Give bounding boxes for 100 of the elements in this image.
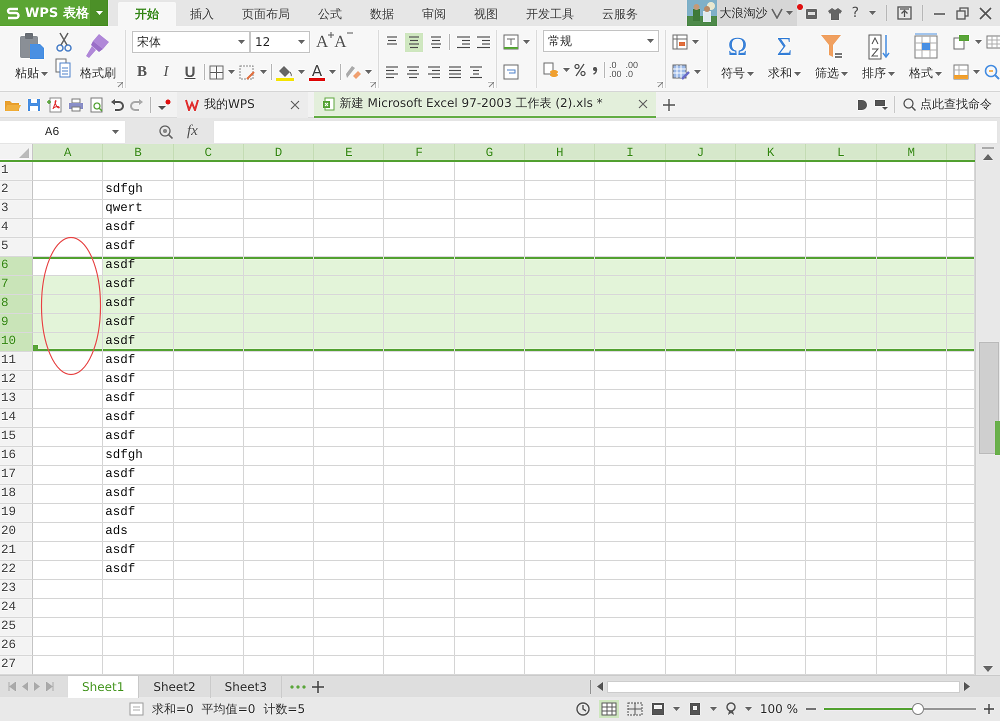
row-header[interactable]: 26 [0, 637, 33, 656]
formula-input[interactable] [214, 120, 997, 142]
caret-icon[interactable] [973, 70, 980, 74]
document-tab[interactable]: 我的WPS [177, 92, 308, 118]
italic-button[interactable]: I [156, 64, 176, 80]
fill-color-icon[interactable] [276, 64, 294, 80]
row-header[interactable]: 2 [0, 181, 33, 200]
row-header[interactable]: 18 [0, 485, 33, 504]
sort-icon[interactable] [866, 32, 892, 62]
font-select[interactable]: 宋体 [132, 31, 250, 53]
search-icon[interactable] [903, 98, 916, 111]
caret-icon[interactable] [841, 72, 848, 76]
distribute-icon[interactable] [469, 64, 483, 80]
eye-care-icon[interactable] [724, 702, 737, 716]
row-header[interactable]: 4 [0, 219, 33, 238]
skin-icon[interactable] [804, 6, 818, 20]
shrink-font-button[interactable]: A [334, 32, 353, 52]
scroll-right-icon[interactable] [964, 682, 970, 691]
merge-icon[interactable] [503, 34, 519, 50]
sum-button[interactable]: Σ 求和 [765, 30, 804, 84]
help-button[interactable]: ? [852, 5, 859, 21]
pdf-export-icon[interactable] [47, 96, 62, 112]
scroll-grip[interactable] [995, 421, 1000, 455]
percent-icon[interactable] [574, 63, 586, 77]
close-icon[interactable] [638, 98, 648, 108]
caret-icon[interactable] [692, 40, 699, 44]
caret-icon[interactable] [298, 40, 305, 44]
caret-icon[interactable] [786, 11, 793, 15]
table-style-icon[interactable] [672, 64, 690, 80]
zoom-formula-icon[interactable] [159, 124, 173, 138]
d-badge-icon[interactable] [856, 98, 868, 110]
dialog-launcher-icon[interactable] [657, 82, 663, 88]
caret-icon[interactable] [365, 70, 372, 74]
row-header[interactable]: 5 [0, 238, 33, 257]
caret-icon[interactable] [744, 707, 752, 711]
history-icon[interactable] [574, 701, 591, 717]
bold-button[interactable]: B [132, 64, 152, 80]
row-header[interactable]: 1 [0, 162, 33, 181]
caret-icon[interactable] [710, 707, 717, 711]
menu-tab[interactable]: 数据 [356, 2, 408, 26]
insert-function-button[interactable]: fx [187, 123, 198, 140]
document-tab[interactable]: 新建 Microsoft Excel 97-2003 工作表 (2).xls * [314, 92, 656, 118]
vip-icon[interactable] [770, 7, 783, 19]
row-header[interactable]: 20 [0, 523, 33, 542]
paste-button[interactable]: 粘贴 [12, 30, 51, 84]
caret-icon[interactable] [672, 707, 680, 711]
caret-icon[interactable] [112, 130, 119, 134]
name-box[interactable]: A6 [0, 120, 125, 142]
caret-icon[interactable] [869, 11, 876, 15]
fill-handle[interactable] [33, 345, 38, 350]
zoom-in-icon[interactable] [984, 704, 994, 714]
paintbrush-icon[interactable] [85, 32, 111, 60]
conditional-format-icon[interactable] [672, 34, 688, 50]
indent-decrease-icon[interactable] [456, 34, 470, 50]
freeze-panes-icon[interactable] [953, 64, 969, 80]
filter-button[interactable]: 筛选 [812, 30, 851, 84]
caret-icon[interactable] [238, 40, 245, 44]
minus-icon[interactable] [346, 32, 353, 34]
save-icon[interactable] [27, 98, 41, 112]
justify-icon[interactable] [448, 64, 462, 80]
caret-icon[interactable] [563, 68, 570, 72]
normal-view-icon[interactable] [600, 702, 617, 716]
caret-icon[interactable] [794, 72, 801, 76]
row-header[interactable]: 17 [0, 466, 33, 485]
caret-icon[interactable] [329, 70, 336, 74]
new-tab-icon[interactable] [662, 98, 676, 112]
command-search[interactable]: 点此查找命令 [894, 96, 1000, 113]
restore-icon[interactable] [956, 6, 969, 20]
menu-tab[interactable]: 开发工具 [512, 2, 588, 26]
menu-tab[interactable]: 开始 [118, 2, 176, 26]
caret-icon[interactable] [694, 70, 701, 74]
underline-button[interactable]: U [180, 64, 200, 80]
horizontal-scrollbar[interactable] [607, 680, 960, 692]
upload-icon[interactable] [897, 6, 912, 20]
caret-icon[interactable] [96, 11, 102, 15]
menu-tab[interactable]: 视图 [460, 2, 512, 26]
zoom-thumb[interactable] [912, 703, 924, 715]
row-header[interactable]: 13 [0, 390, 33, 409]
wrap-text-icon[interactable] [503, 64, 519, 80]
align-right-icon[interactable] [427, 64, 441, 80]
row-header[interactable]: 25 [0, 618, 33, 637]
format-button[interactable]: 格式 [906, 30, 945, 84]
indent-increase-icon[interactable] [476, 34, 490, 50]
add-sheet-icon[interactable] [312, 680, 324, 692]
caret-icon[interactable] [935, 72, 942, 76]
caret-icon[interactable] [523, 40, 530, 44]
menu-tab[interactable]: 公式 [304, 2, 356, 26]
protect-icon[interactable] [688, 702, 702, 716]
caret-icon[interactable] [647, 39, 654, 43]
cell-style-icon[interactable] [239, 64, 256, 80]
scroll-thumb[interactable] [979, 342, 999, 454]
menu-tab[interactable]: 插入 [176, 2, 228, 26]
customize-toolbar-icon[interactable] [157, 98, 171, 110]
page-break-view-icon[interactable] [626, 702, 643, 716]
close-icon[interactable] [979, 6, 992, 20]
font-size-select[interactable]: 12 [250, 31, 310, 53]
row-header[interactable]: 3 [0, 200, 33, 219]
menu-tab[interactable]: 审阅 [408, 2, 460, 26]
font-color-button[interactable]: A [309, 64, 325, 80]
row-header[interactable]: 24 [0, 599, 33, 618]
